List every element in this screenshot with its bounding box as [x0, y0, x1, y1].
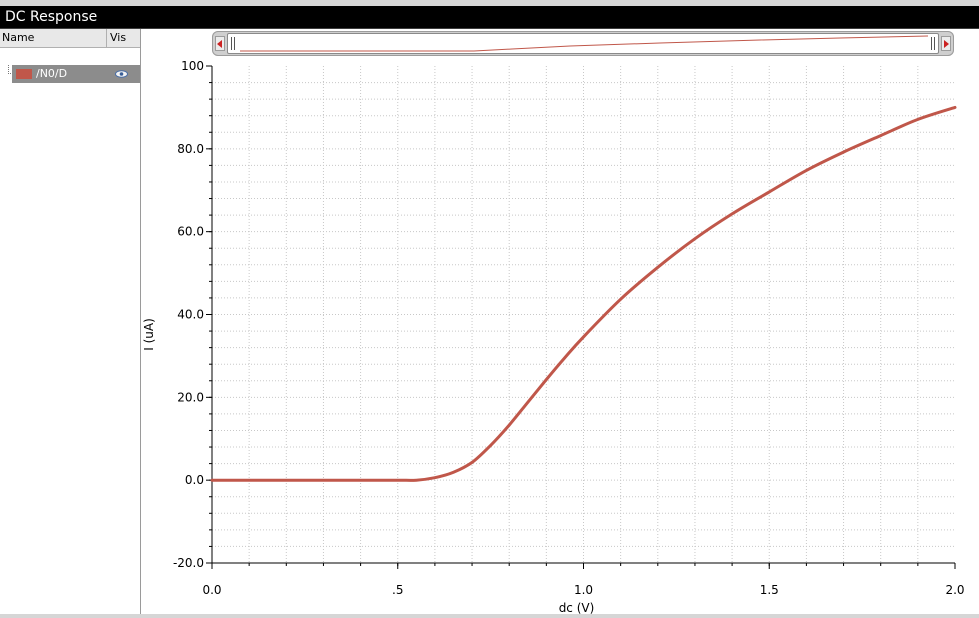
- data-point: [730, 212, 734, 216]
- data-point: [545, 378, 548, 381]
- y-tick-label: 60.0: [177, 225, 204, 239]
- data-point: [916, 118, 920, 121]
- data-point: [582, 335, 585, 339]
- plot-grid: [212, 66, 955, 563]
- series-line-n0-d[interactable]: [210, 105, 957, 482]
- data-point: [248, 479, 251, 482]
- y-tick-label: 20.0: [177, 390, 204, 404]
- data-point: [508, 423, 511, 427]
- data-point: [210, 479, 214, 482]
- data-point: [322, 479, 325, 482]
- data-point: [656, 266, 659, 269]
- y-tick-label: 40.0: [177, 308, 204, 322]
- data-point: [693, 237, 697, 240]
- data-point: [879, 134, 882, 137]
- plot-area[interactable]: -20.0 0.0 20.0 40.0 60.0 80.0 100 0.0 .5 1.0 1.5 2.…: [0, 0, 979, 618]
- data-point: [396, 479, 399, 482]
- data-point: [953, 106, 957, 109]
- data-point: [619, 298, 622, 301]
- y-tick-label: -20.0: [173, 556, 204, 570]
- x-axis-label: dc (V): [559, 601, 595, 615]
- data-point: [433, 476, 437, 479]
- bottom-strip: [0, 614, 979, 618]
- plot-ticks: -20.0 0.0 20.0 40.0 60.0 80.0 100 0.0 .5 1.0 1.5 2.…: [173, 59, 965, 597]
- y-tick-label: 100: [181, 59, 204, 73]
- y-tick-label: 80.0: [177, 142, 204, 156]
- data-point: [526, 401, 529, 404]
- x-tick-label: 1.0: [574, 583, 593, 597]
- x-tick-label: 1.5: [760, 583, 779, 597]
- data-point: [470, 461, 474, 464]
- data-point: [415, 479, 418, 482]
- data-point: [489, 444, 492, 447]
- data-point: [563, 356, 567, 359]
- y-axis-label: I (uA): [142, 318, 156, 351]
- data-point: [359, 479, 362, 482]
- data-point: [452, 471, 455, 474]
- data-point: [285, 479, 288, 482]
- y-tick-label: 0.0: [185, 473, 204, 487]
- data-point: [768, 190, 771, 194]
- data-point: [842, 150, 845, 154]
- x-tick-label: .5: [392, 583, 403, 597]
- x-tick-label: 0.0: [202, 583, 221, 597]
- data-point: [805, 169, 808, 172]
- x-tick-label: 2.0: [945, 583, 964, 597]
